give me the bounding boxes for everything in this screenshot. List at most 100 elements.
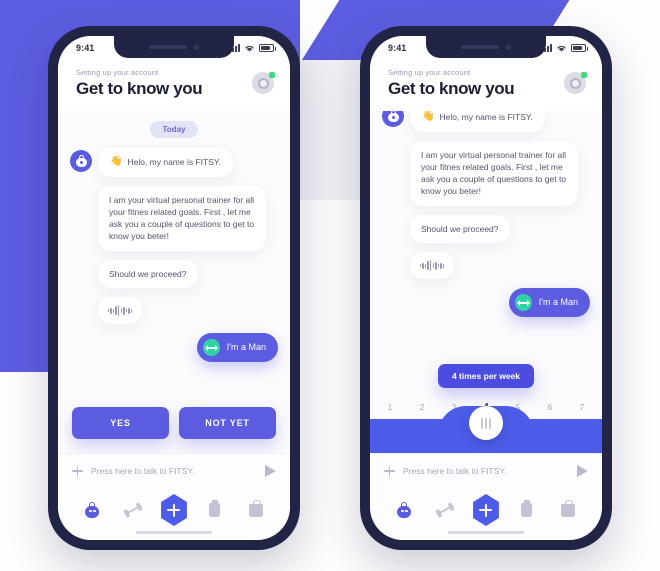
header-kicker: Setting up your account (76, 68, 159, 77)
nav-item-shop[interactable] (241, 496, 271, 524)
home-indicator (448, 530, 524, 534)
chat-message-greeting: 👋 Helo, my name is FITSY. (70, 148, 278, 177)
slider-tick-2[interactable]: 2 (414, 397, 430, 415)
message-input-bar-right[interactable]: Press here to talk to FITSY. (370, 453, 602, 488)
nav-item-supplements[interactable] (512, 496, 542, 524)
plus-hexagon-fab-icon[interactable] (161, 494, 187, 526)
chat-message-gender-reply: I'm a Man (70, 333, 278, 363)
wifi-icon (245, 45, 254, 52)
waving-hand-icon: 👋 (110, 156, 123, 167)
kettlebell-icon (397, 502, 412, 518)
status-time: 9:41 (76, 43, 95, 53)
chat-message-voice-note[interactable] (98, 297, 142, 325)
chat-thread-right[interactable]: 👋 Helo, my name is FITSY. I am your virt… (370, 111, 602, 364)
chat-thread-left[interactable]: Today 👋 Helo, my name is FITSY. I am you… (58, 111, 290, 399)
waving-hand-icon: 👋 (422, 111, 435, 122)
header-text-block: Setting up your account Get to know you (76, 68, 203, 99)
status-icon-group (229, 44, 276, 53)
slider-track[interactable] (370, 406, 602, 453)
page-title: Get to know you (388, 79, 515, 98)
bot-bubble: 👋 Helo, my name is FITSY. (98, 148, 233, 177)
earpiece-speaker (149, 45, 187, 49)
online-status-dot (269, 72, 275, 78)
kettlebell-icon (85, 502, 100, 518)
profile-avatar-icon[interactable] (564, 72, 587, 94)
frequency-slider-section: 4 times per week 1 2 3 4 5 6 7 (370, 364, 602, 453)
app-header-right: Setting up your account Get to know you (370, 60, 602, 111)
bot-message-text: Helo, my name is FITSY. (439, 112, 533, 123)
kettlebell-bot-avatar-icon (70, 150, 92, 172)
online-status-dot (581, 72, 587, 78)
chat-message-voice-note[interactable] (410, 252, 454, 280)
yes-button[interactable]: YES (72, 407, 169, 439)
slider-tick-1[interactable]: 1 (382, 397, 398, 415)
page-title: Get to know you (76, 79, 203, 98)
app-header-left: Setting up your account Get to know you (58, 60, 290, 111)
header-kicker: Setting up your account (388, 68, 471, 77)
home-indicator (136, 530, 212, 534)
bot-bubble: 👋 Helo, my name is FITSY. (410, 111, 545, 132)
wifi-icon (557, 45, 566, 52)
dumbbell-icon (434, 500, 456, 521)
chat-message-gender-reply: I'm a Man (382, 288, 590, 318)
plus-icon[interactable] (72, 465, 83, 477)
audio-waveform-icon (107, 305, 133, 317)
male-gender-icon (202, 339, 220, 357)
send-icon[interactable] (577, 465, 588, 477)
profile-avatar-icon[interactable] (252, 72, 275, 94)
nav-item-workouts[interactable] (389, 496, 419, 524)
phone-notch-left (114, 36, 234, 58)
slider-value-badge: 4 times per week (437, 364, 535, 388)
front-camera (506, 44, 511, 50)
bottom-nav-left (58, 488, 290, 540)
shopping-bag-icon (248, 500, 263, 517)
plus-hexagon-fab-icon[interactable] (473, 494, 499, 526)
message-input-bar-left[interactable]: Press here to talk to FITSY. (58, 453, 290, 488)
male-gender-icon (514, 294, 532, 312)
user-message-text: I'm a Man (538, 297, 578, 308)
earpiece-speaker (461, 45, 499, 49)
action-button-row: YES NOT YET (58, 399, 290, 453)
bottom-nav-right (370, 488, 602, 540)
plus-icon[interactable] (384, 465, 395, 477)
nav-item-workouts[interactable] (77, 496, 107, 524)
user-bubble: I'm a Man (196, 333, 278, 363)
search-input[interactable]: Press here to talk to FITSY. (403, 466, 569, 476)
slider-tick-7[interactable]: 7 (574, 397, 590, 415)
app-screen-left: 9:41 Setting up your account Get to know… (58, 36, 290, 540)
bot-message-text: Helo, my name is FITSY. (127, 157, 221, 168)
phone-mockup-right: 9:41 Setting up your account Get to know… (360, 26, 612, 550)
slider-grip-icon[interactable] (469, 406, 503, 440)
chat-message-intro: I am your virtual personal trainer for a… (410, 140, 578, 206)
front-camera (194, 44, 199, 50)
battery-icon (571, 44, 588, 52)
nav-item-exercises[interactable] (430, 496, 460, 524)
slider-tick-6[interactable]: 6 (542, 397, 558, 415)
shopping-bag-icon (560, 500, 575, 517)
battery-icon (259, 44, 276, 52)
chat-message-intro: I am your virtual personal trainer for a… (98, 185, 266, 251)
status-time: 9:41 (388, 43, 407, 53)
supplement-jar-icon (521, 500, 533, 517)
dumbbell-icon (122, 500, 144, 521)
phone-notch-right (426, 36, 546, 58)
audio-waveform-icon (419, 260, 445, 272)
chat-message-proceed: Should we proceed? (98, 259, 198, 289)
phone-mockup-left: 9:41 Setting up your account Get to know… (48, 26, 300, 550)
screenshot-canvas: 9:41 Setting up your account Get to know… (0, 0, 660, 571)
nav-item-add[interactable] (159, 494, 189, 526)
send-icon[interactable] (265, 465, 276, 477)
status-icon-group (541, 44, 588, 53)
kettlebell-bot-avatar-icon (382, 111, 404, 127)
chat-message-proceed: Should we proceed? (410, 214, 510, 244)
nav-item-shop[interactable] (553, 496, 583, 524)
nav-item-supplements[interactable] (200, 496, 230, 524)
nav-item-add[interactable] (471, 494, 501, 526)
user-message-text: I'm a Man (226, 342, 266, 353)
app-screen-right: 9:41 Setting up your account Get to know… (370, 36, 602, 540)
not-yet-button[interactable]: NOT YET (179, 407, 276, 439)
search-input[interactable]: Press here to talk to FITSY. (91, 466, 257, 476)
supplement-jar-icon (209, 500, 221, 517)
user-bubble: I'm a Man (508, 288, 590, 318)
nav-item-exercises[interactable] (118, 496, 148, 524)
